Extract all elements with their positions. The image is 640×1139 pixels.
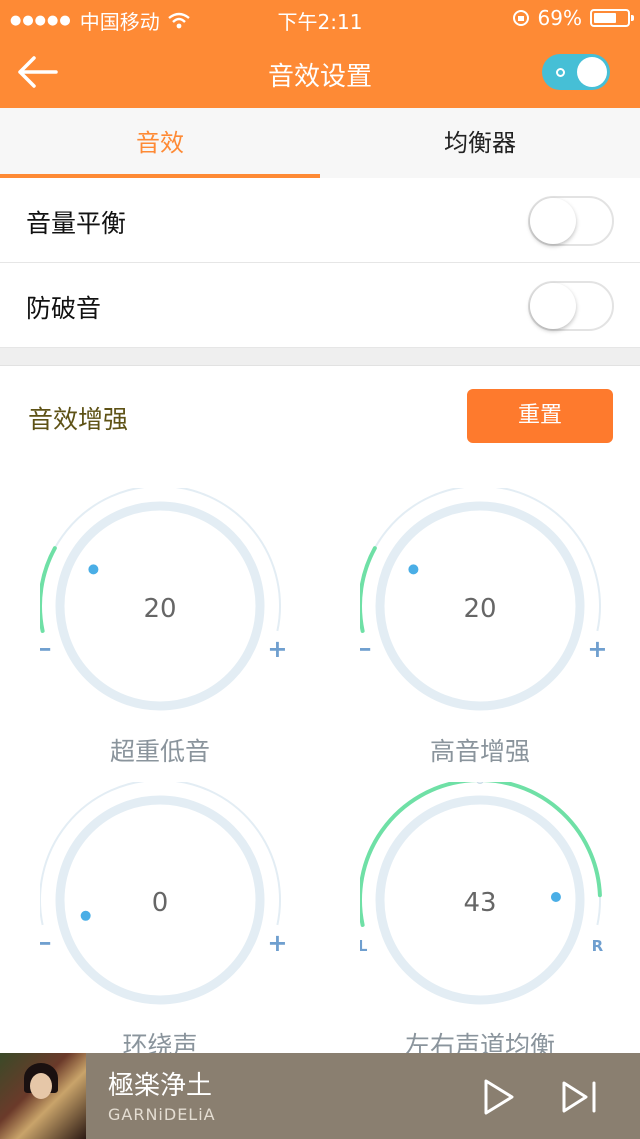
- bass-boost-label: 超重低音: [109, 737, 210, 766]
- volume-balance-label: 音量平衡: [26, 209, 127, 238]
- anti-clipping-row: 防破音: [0, 263, 640, 348]
- channel-balance-knob[interactable]: LR 43 左右声道均衡: [360, 782, 640, 1072]
- knob-min-mark: L: [360, 937, 368, 955]
- battery-icon: [590, 9, 634, 27]
- knob-max-mark: +: [587, 635, 607, 663]
- knob-indicator-dot: [408, 564, 419, 575]
- volume-balance-row: 音量平衡: [0, 178, 640, 263]
- surround-value: 0: [151, 888, 169, 918]
- bass-boost-knob[interactable]: − + 20 超重低音: [40, 488, 320, 778]
- mini-player[interactable]: 極楽浄土 GARNiDELiA: [0, 1053, 640, 1139]
- album-cover[interactable]: [0, 1053, 86, 1139]
- volume-balance-switch[interactable]: [528, 196, 614, 246]
- play-icon: [484, 1079, 514, 1115]
- enhance-section-title: 音效增强: [28, 405, 129, 434]
- switch-knob: [530, 283, 576, 329]
- nav-bar: 音效设置: [0, 36, 640, 108]
- bass-boost-value: 20: [143, 594, 177, 624]
- channel-balance-value: 43: [463, 888, 497, 918]
- knob-indicator-dot: [88, 564, 99, 575]
- treble-boost-knob[interactable]: − + 20 高音增强: [360, 488, 640, 778]
- knob-min-mark: −: [40, 929, 53, 957]
- treble-boost-label: 高音增强: [429, 737, 530, 766]
- surround-knob[interactable]: − + 0 环绕声: [40, 782, 320, 1072]
- orientation-lock-icon: [512, 10, 529, 26]
- switch-knob: [530, 198, 576, 244]
- status-bar: ●●●●● 中国移动 下午2:11 69%: [0, 0, 640, 36]
- next-track-button[interactable]: [560, 1077, 600, 1117]
- knob-max-mark: +: [267, 635, 287, 663]
- anti-clipping-switch[interactable]: [528, 281, 614, 331]
- tab-bar: 音效 均衡器: [0, 108, 640, 178]
- tab-sound-effects[interactable]: 音效: [0, 108, 320, 178]
- treble-boost-value: 20: [463, 594, 497, 624]
- knob-max-mark: R: [592, 937, 604, 955]
- knob-min-mark: −: [40, 635, 53, 663]
- sound-effects-master-toggle[interactable]: [542, 54, 610, 90]
- knob-max-mark: +: [267, 929, 287, 957]
- anti-clipping-label: 防破音: [26, 294, 102, 323]
- toggle-knob: [577, 57, 607, 87]
- center-marker: [476, 782, 484, 784]
- reset-button[interactable]: 重置: [467, 389, 613, 443]
- skip-next-icon: [562, 1081, 596, 1113]
- knob-min-mark: −: [360, 635, 373, 663]
- toggle-on-indicator-icon: [556, 68, 565, 77]
- section-divider: [0, 348, 640, 366]
- tab-equalizer[interactable]: 均衡器: [320, 108, 640, 178]
- artist-name: GARNiDELiA: [108, 1105, 216, 1124]
- battery-percent: 69%: [537, 6, 582, 30]
- song-title: 極楽浄土: [108, 1071, 213, 1101]
- play-button[interactable]: [478, 1077, 518, 1117]
